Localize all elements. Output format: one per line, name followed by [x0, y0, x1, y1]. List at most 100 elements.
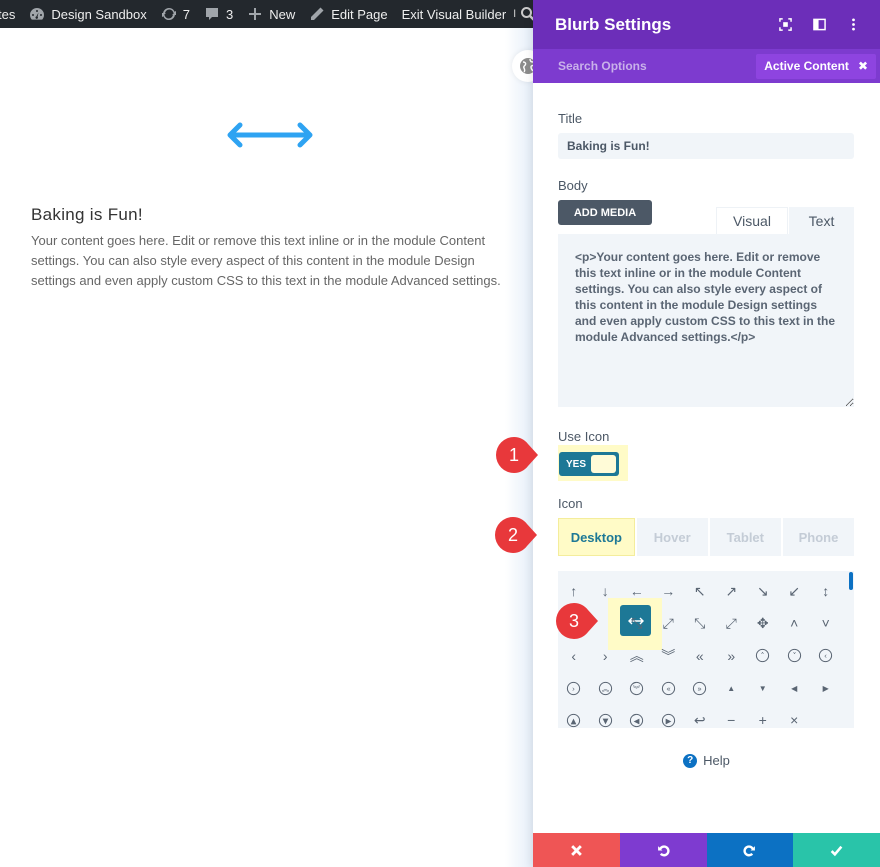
left-right-arrow-icon[interactable] [224, 120, 316, 150]
icon-option[interactable]: ↘ [747, 575, 779, 607]
blurb-body[interactable]: Your content goes here. Edit or remove t… [31, 231, 501, 291]
icon-option[interactable]: ˄ [779, 607, 811, 639]
tab-hover[interactable]: Hover [636, 518, 708, 556]
admin-bar-updates[interactable]: 7 [154, 0, 197, 28]
admin-bar-site-name[interactable]: Design Sandbox [22, 0, 153, 28]
admin-bar-edit-page[interactable]: Edit Page [302, 0, 394, 28]
icon-grid-scrollbar[interactable] [849, 572, 853, 590]
tab-tablet[interactable]: Tablet [709, 518, 781, 556]
pencil-icon [309, 6, 325, 22]
toggle-knob [591, 455, 616, 473]
icon-option[interactable]: ︽ [590, 672, 622, 704]
use-icon-label: Use Icon [558, 429, 610, 444]
comments-count: 3 [225, 6, 234, 22]
icon-option[interactable]: ▲ [558, 704, 590, 736]
icon-option[interactable]: ↗ [716, 575, 748, 607]
icon-option[interactable]: ↩ [684, 704, 716, 736]
body-textarea[interactable]: <p>Your content goes here. Edit or remov… [558, 234, 854, 407]
icon-option[interactable]: ˄ [747, 640, 779, 672]
icon-option[interactable]: + [747, 704, 779, 736]
admin-bar-comments[interactable]: 3 [197, 0, 240, 28]
icon-option[interactable]: ˅ [810, 607, 842, 639]
annotation-number: 1 [508, 444, 519, 465]
icon-option[interactable]: ‹ [558, 640, 590, 672]
title-input[interactable] [558, 133, 854, 159]
site-name-label: Design Sandbox [51, 6, 147, 22]
svg-text:︽: ︽ [602, 684, 610, 693]
icon-option[interactable]: › [558, 672, 590, 704]
help-link[interactable]: ? Help [533, 753, 880, 768]
active-content-filter[interactable]: Active Content ✖ [756, 53, 876, 79]
close-icon[interactable]: ✖ [858, 59, 868, 73]
updates-icon [161, 6, 177, 22]
icon-option[interactable]: ▼ [590, 704, 622, 736]
undo-icon [657, 844, 670, 856]
admin-bar-new[interactable]: New [240, 0, 302, 28]
active-content-label: Active Content [764, 59, 849, 73]
split-view-icon[interactable] [812, 18, 826, 32]
save-button[interactable] [793, 833, 880, 867]
page-canvas: Baking is Fun! Your content goes here. E… [0, 28, 533, 867]
icon-option[interactable]: ‹ [810, 640, 842, 672]
undo-button[interactable] [619, 833, 707, 867]
more-options-icon[interactable] [846, 18, 860, 32]
icon-option[interactable]: ˅ [779, 640, 811, 672]
edit-page-label: Edit Page [331, 6, 388, 22]
icon-option[interactable]: ︾ [653, 640, 685, 672]
tab-text[interactable]: Text [789, 207, 854, 234]
admin-bar-exit-visual-builder[interactable]: Exit Visual Builder [395, 0, 514, 28]
new-label: New [269, 6, 296, 22]
icon-option[interactable]: ← [621, 575, 653, 607]
icon-option[interactable]: « [653, 672, 685, 704]
dashboard-icon [29, 6, 45, 22]
tab-visual[interactable]: Visual [716, 207, 788, 234]
icon-option[interactable]: » [716, 640, 748, 672]
search-options-input[interactable] [558, 59, 757, 73]
comment-icon [204, 6, 220, 22]
icon-option[interactable]: ︾ [621, 672, 653, 704]
svg-text:▶: ▶ [665, 716, 671, 725]
icon-option[interactable]: ✥ [747, 607, 779, 639]
discard-button[interactable] [533, 833, 620, 867]
icon-option[interactable]: ⤢ [653, 607, 685, 639]
icon-option[interactable]: → [653, 575, 685, 607]
icon-option[interactable]: ↕ [810, 575, 842, 607]
svg-text:«: « [666, 684, 671, 693]
svg-text:˄: ˄ [761, 652, 765, 661]
use-icon-toggle[interactable]: YES [559, 452, 619, 476]
annotation-number: 2 [507, 524, 518, 545]
icon-option[interactable]: × [779, 704, 811, 736]
icon-option[interactable]: ◀ [779, 672, 811, 704]
icon-option[interactable]: ▲ [716, 672, 748, 704]
responsive-tabs: Desktop Hover Tablet Phone [558, 518, 854, 556]
admin-bar-user-truncated[interactable]: I [513, 8, 516, 20]
icon-option[interactable]: − [716, 704, 748, 736]
icon-option[interactable]: ▶ [653, 704, 685, 736]
icon-option[interactable]: ▼ [747, 672, 779, 704]
panel-header: Blurb Settings [533, 0, 880, 49]
icon-option[interactable]: » [684, 672, 716, 704]
tab-phone[interactable]: Phone [782, 518, 854, 556]
tab-desktop[interactable]: Desktop [558, 518, 635, 556]
panel-footer [533, 833, 880, 867]
icon-option[interactable]: ▶ [810, 672, 842, 704]
icon-option[interactable]: ⤡ [684, 607, 716, 639]
icon-option[interactable]: ⤢ [716, 607, 748, 639]
icon-option[interactable]: › [590, 640, 622, 672]
icon-option[interactable]: ◀ [621, 704, 653, 736]
redo-button[interactable] [706, 833, 794, 867]
blurb-title[interactable]: Baking is Fun! [31, 205, 143, 225]
admin-bar-sites[interactable]: tes [0, 0, 22, 28]
fullscreen-icon[interactable] [778, 18, 792, 32]
icon-option[interactable]: ⤡ [621, 607, 653, 639]
icon-option[interactable]: ↙ [779, 575, 811, 607]
svg-text:»: » [697, 684, 702, 693]
redo-icon [743, 844, 756, 856]
panel-search-bar: Active Content ✖ [533, 49, 880, 83]
title-label: Title [558, 111, 583, 126]
add-media-button[interactable]: ADD MEDIA [558, 200, 652, 225]
icon-option[interactable]: « [684, 640, 716, 672]
icon-option[interactable]: ↖ [684, 575, 716, 607]
icon-option[interactable]: ︽ [621, 640, 653, 672]
help-label: Help [703, 753, 730, 768]
